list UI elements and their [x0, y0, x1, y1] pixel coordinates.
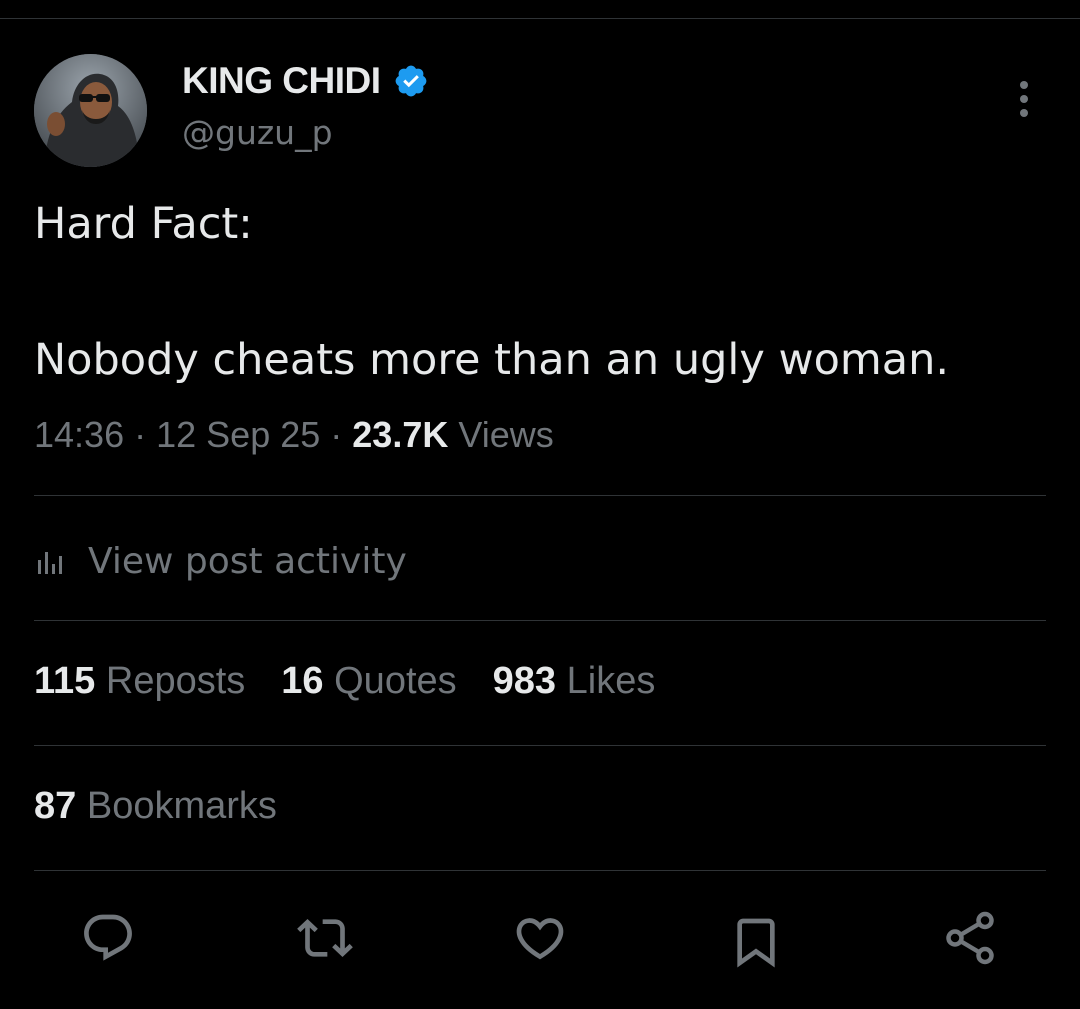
divider	[34, 745, 1046, 746]
likes-label: Likes	[566, 660, 656, 702]
tweet-meta: 14:36 · 12 Sep 25 · 23.7K Views	[34, 414, 554, 456]
quotes-stat[interactable]: 16 Quotes	[281, 660, 456, 703]
repost-button[interactable]	[295, 908, 355, 968]
like-icon	[516, 918, 564, 960]
like-button[interactable]	[510, 908, 570, 968]
likes-count: 983	[492, 660, 557, 702]
engagement-stats: 115 Reposts 16 Quotes 983 Likes	[34, 660, 691, 703]
bookmark-icon	[737, 918, 775, 968]
likes-stat[interactable]: 983 Likes	[493, 660, 656, 703]
tweet-date[interactable]: 12 Sep 25	[156, 414, 320, 455]
verified-badge-icon	[393, 63, 429, 99]
tweet-line: Hard Fact:	[34, 199, 253, 249]
reply-icon	[84, 914, 132, 961]
more-options-icon[interactable]	[1012, 80, 1036, 118]
avatar[interactable]	[34, 54, 147, 167]
meta-separator: ·	[134, 414, 157, 455]
bookmarks-stat[interactable]: 87 Bookmarks	[34, 785, 277, 828]
views-label: Views	[458, 414, 554, 455]
view-post-activity-link[interactable]: View post activity	[34, 536, 407, 586]
repost-icon	[297, 919, 353, 957]
reposts-stat[interactable]: 115 Reposts	[34, 660, 245, 703]
bookmark-button[interactable]	[726, 912, 786, 972]
views-count: 23.7K	[352, 414, 449, 455]
divider	[34, 495, 1046, 496]
quotes-label: Quotes	[334, 660, 457, 702]
analytics-bars-icon	[38, 552, 62, 574]
top-divider	[0, 18, 1080, 19]
reposts-count: 115	[34, 660, 96, 702]
author-handle[interactable]: @guzu_p	[182, 113, 333, 152]
reply-button[interactable]	[78, 908, 138, 968]
tweet-line: Nobody cheats more than an ugly woman.	[34, 335, 950, 385]
share-button[interactable]	[940, 908, 1000, 968]
quotes-count: 16	[281, 660, 324, 702]
share-icon	[946, 911, 994, 965]
avatar-image	[34, 54, 147, 167]
divider	[34, 870, 1046, 871]
view-post-activity-label: View post activity	[88, 540, 407, 582]
bookmarks-label: Bookmarks	[86, 785, 277, 827]
meta-separator: ·	[330, 414, 353, 455]
author-display-name[interactable]: KING CHIDI	[182, 60, 381, 102]
tweet-time[interactable]: 14:36	[34, 414, 124, 455]
bookmarks-count: 87	[34, 785, 77, 827]
reposts-label: Reposts	[105, 660, 246, 702]
author-name-row[interactable]: KING CHIDI	[182, 58, 429, 104]
divider	[34, 620, 1046, 621]
tweet-text: Hard Fact: Nobody cheats more than an ug…	[34, 198, 1044, 386]
